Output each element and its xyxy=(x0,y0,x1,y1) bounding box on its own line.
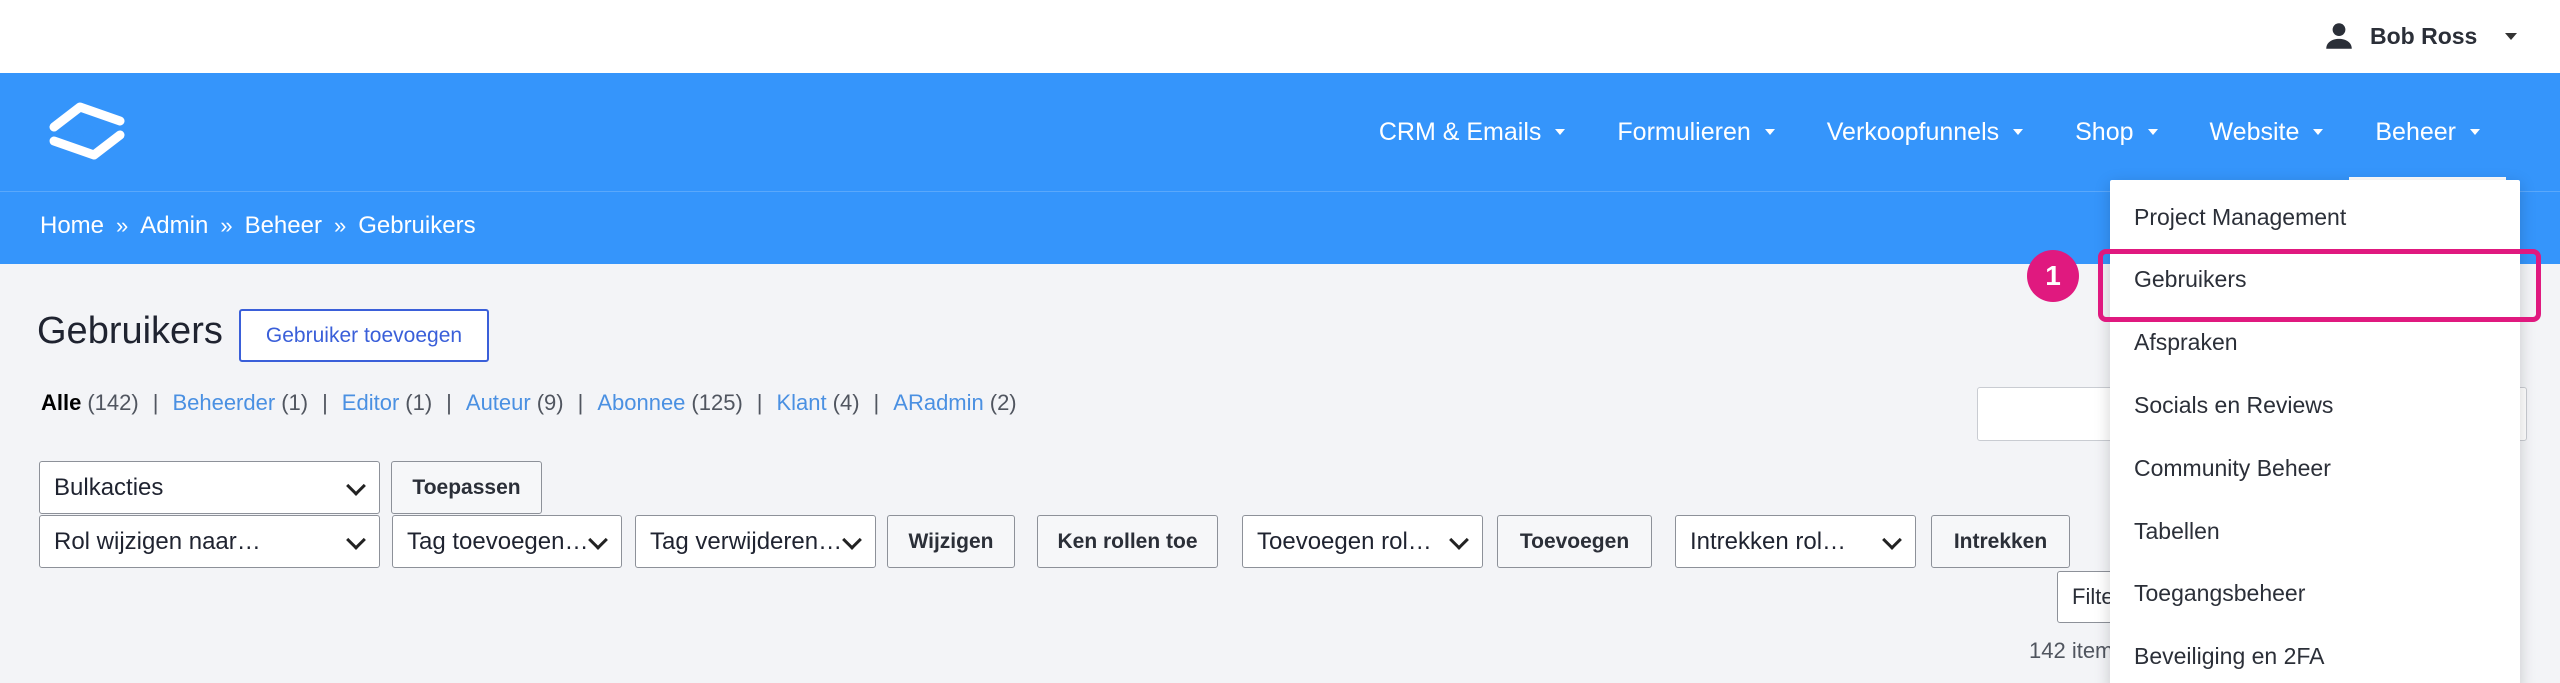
select-value: Tag verwijderen… xyxy=(650,527,840,555)
nav-label: Website xyxy=(2209,117,2300,146)
menu-item-socials-reviews[interactable]: Socials en Reviews xyxy=(2134,392,2333,419)
select-value: Bulkacties xyxy=(54,473,164,501)
change-button[interactable]: Wijzigen xyxy=(887,515,1015,568)
breadcrumb-admin[interactable]: Admin xyxy=(140,212,208,240)
top-bar: Bob Ross xyxy=(0,0,2560,73)
select-value: Tag toevoegen… xyxy=(407,527,587,555)
nav-label: Beheer xyxy=(2375,117,2456,146)
divider: | xyxy=(322,390,328,415)
add-role-select[interactable]: Toevoegen rol… xyxy=(1242,515,1483,568)
filter-label[interactable]: Alle xyxy=(41,390,81,416)
apply-button[interactable]: Toepassen xyxy=(391,461,542,514)
menu-item-project-management[interactable]: Project Management xyxy=(2134,204,2346,231)
filter-aradmin[interactable]: ARadmin (2) xyxy=(893,390,1016,416)
assign-roles-button[interactable]: Ken rollen toe xyxy=(1037,515,1218,568)
add-tag-select[interactable]: Tag toevoegen… xyxy=(392,515,622,568)
filter-auteur[interactable]: Auteur (9) xyxy=(466,390,564,416)
breadcrumb-current: Gebruikers xyxy=(358,212,476,239)
user-menu[interactable]: Bob Ross xyxy=(2322,16,2518,56)
menu-item-tabellen[interactable]: Tabellen xyxy=(2134,518,2220,545)
filter-count: (142) xyxy=(87,390,139,415)
divider: | xyxy=(873,390,880,415)
breadcrumb-separator: » xyxy=(220,213,233,238)
chevron-down-icon xyxy=(1764,129,1775,135)
breadcrumb: Home » Admin » Beheer » Gebruikers xyxy=(40,212,476,240)
filter-count: (1) xyxy=(405,390,433,415)
filter-abonnee[interactable]: Abonnee (125) xyxy=(597,390,742,416)
main-nav: CRM & Emails Formulieren Verkoopfunnels … xyxy=(0,73,2560,191)
highlight-box xyxy=(2098,249,2541,322)
nav-crm-emails[interactable]: CRM & Emails xyxy=(1353,73,1592,191)
filter-count: (4) xyxy=(832,390,860,415)
menu-item-community-beheer[interactable]: Community Beheer xyxy=(2134,455,2331,482)
filter-label[interactable]: ARadmin xyxy=(893,390,983,416)
filter-all[interactable]: Alle (142) xyxy=(41,390,139,416)
breadcrumb-beheer[interactable]: Beheer xyxy=(245,212,322,240)
chevron-down-icon xyxy=(1882,530,1902,550)
add-user-button[interactable]: Gebruiker toevoegen xyxy=(239,309,489,362)
divider: | xyxy=(577,390,584,415)
divider: | xyxy=(756,390,763,415)
chevron-down-icon xyxy=(2505,32,2518,40)
filter-editor[interactable]: Editor (1) xyxy=(342,390,432,416)
filter-count: (2) xyxy=(989,390,1017,415)
nav-website[interactable]: Website xyxy=(2184,73,2350,191)
chevron-down-icon xyxy=(588,530,608,550)
chevron-down-icon xyxy=(2013,129,2024,135)
divider: | xyxy=(152,390,159,415)
add-button[interactable]: Toevoegen xyxy=(1497,515,1652,568)
filter-klant[interactable]: Klant (4) xyxy=(777,390,860,416)
chevron-down-icon xyxy=(2313,129,2324,135)
filter-beheerder[interactable]: Beheerder (1) xyxy=(172,390,308,416)
page-title: Gebruikers xyxy=(37,310,223,352)
breadcrumb-separator: » xyxy=(116,213,129,238)
remove-tag-select[interactable]: Tag verwijderen… xyxy=(635,515,876,568)
chevron-down-icon xyxy=(346,476,366,496)
revoke-role-select[interactable]: Intrekken rol… xyxy=(1675,515,1916,568)
menu-item-afspraken[interactable]: Afspraken xyxy=(2134,329,2238,356)
nav-formulieren[interactable]: Formulieren xyxy=(1591,73,1800,191)
chevron-down-icon xyxy=(346,530,366,550)
breadcrumb-home[interactable]: Home xyxy=(40,212,104,240)
role-filters: Alle (142) | Beheerder (1) | Editor (1) | A… xyxy=(41,390,1017,416)
divider: | xyxy=(446,390,452,415)
select-value: Rol wijzigen naar… xyxy=(54,527,261,555)
breadcrumb-separator: » xyxy=(333,213,347,238)
nav-shop[interactable]: Shop xyxy=(2049,73,2183,191)
nav-label: Shop xyxy=(2075,117,2134,146)
nav-beheer[interactable]: Beheer xyxy=(2349,73,2506,191)
nav-label: Verkoopfunnels xyxy=(1826,117,2000,146)
logo-icon[interactable] xyxy=(46,99,128,163)
filter-count: (125) xyxy=(691,390,743,415)
nav-label: Formulieren xyxy=(1617,117,1751,146)
step-badge: 1 xyxy=(2027,250,2079,302)
filter-label[interactable]: Klant xyxy=(777,390,827,416)
bulk-actions-select[interactable]: Bulkacties xyxy=(39,461,380,514)
filter-label[interactable]: Auteur xyxy=(466,390,531,416)
nav-verkoopfunnels[interactable]: Verkoopfunnels xyxy=(1801,73,2049,191)
select-value: Toevoegen rol… xyxy=(1257,527,1432,555)
menu-item-beveiliging-2fa[interactable]: Beveiliging en 2FA xyxy=(2134,643,2325,670)
user-name: Bob Ross xyxy=(2370,22,2478,49)
chevron-down-icon xyxy=(1555,129,1566,135)
filter-count: (1) xyxy=(281,390,309,415)
chevron-down-icon xyxy=(1449,530,1469,550)
revoke-button[interactable]: Intrekken xyxy=(1931,515,2070,568)
chevron-down-icon xyxy=(2147,129,2158,135)
menu-item-toegangsbeheer[interactable]: Toegangsbeheer xyxy=(2134,580,2305,607)
change-role-select[interactable]: Rol wijzigen naar… xyxy=(39,515,380,568)
select-value: Intrekken rol… xyxy=(1690,527,1847,555)
filter-label[interactable]: Editor xyxy=(342,390,399,416)
chevron-down-icon xyxy=(842,530,862,550)
chevron-down-icon xyxy=(2470,129,2480,135)
nav-label: CRM & Emails xyxy=(1378,117,1542,146)
filter-count: (9) xyxy=(536,390,564,415)
filter-label[interactable]: Abonnee xyxy=(597,390,685,416)
user-icon xyxy=(2326,23,2352,49)
filter-label[interactable]: Beheerder xyxy=(172,390,275,416)
